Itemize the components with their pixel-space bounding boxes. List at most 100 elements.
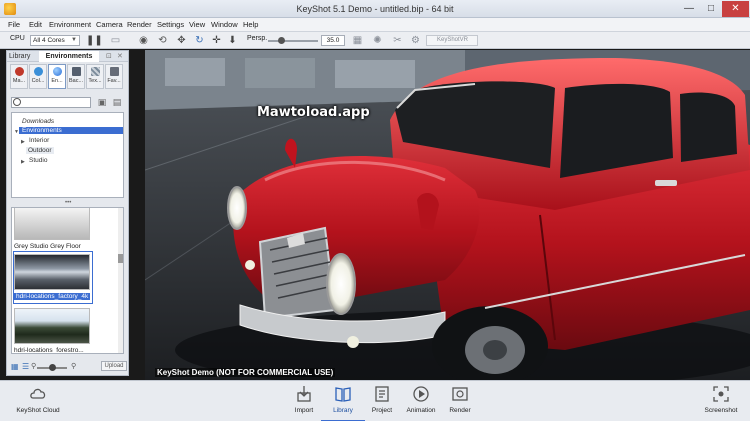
pause-icon[interactable]: ❚❚ <box>86 35 103 46</box>
zoom-in-icon[interactable]: ⚲ <box>71 362 76 370</box>
tab-label: Bac... <box>68 78 84 84</box>
screenshot-label: Screenshot <box>704 407 738 414</box>
tumble-icon[interactable]: ⟲ <box>157 35 168 46</box>
menu-environment[interactable]: Environment <box>49 20 91 29</box>
cpu-cores-select[interactable]: All 4 Cores ▼ <box>30 35 80 46</box>
light-icon[interactable]: ✺ <box>372 35 383 46</box>
menu-file[interactable]: File <box>8 20 20 29</box>
expand-arrow-icon[interactable]: ▶ <box>21 139 25 145</box>
title-bar: KeyShot 5.1 Demo - untitled.bip - 64 bit… <box>0 0 750 18</box>
dolly-icon[interactable]: ⬇ <box>227 35 238 46</box>
environment-thumbnails: Grey Studio Grey Floor hdri-locations_fa… <box>11 207 124 354</box>
zoom-icon[interactable]: ✛ <box>211 35 222 46</box>
upload-button[interactable]: Upload <box>101 361 127 371</box>
render-icon <box>452 387 468 401</box>
crop-icon[interactable]: ✂ <box>392 35 403 46</box>
keyshot-cloud-label: KeyShot Cloud <box>16 407 60 414</box>
cpu-label: CPU <box>10 35 25 42</box>
list-view-icon[interactable]: ☰ <box>22 362 29 371</box>
thumbnail-label: Grey Studio Grey Floor <box>14 243 81 250</box>
menu-settings[interactable]: Settings <box>157 20 184 29</box>
maximize-button[interactable]: □ <box>700 1 722 17</box>
menu-window[interactable]: Window <box>211 20 238 29</box>
menu-camera[interactable]: Camera <box>96 20 123 29</box>
demo-notice: KeyShot Demo (NOT FOR COMMERCIAL USE) <box>155 368 336 377</box>
tree-item-outdoor[interactable]: Outdoor <box>26 147 54 154</box>
tree-item-interior[interactable]: Interior <box>29 137 49 144</box>
zoom-out-icon[interactable]: ⚲ <box>31 362 36 370</box>
environments-tab-header[interactable]: Environments <box>39 51 99 62</box>
keyshot-cloud-button[interactable]: KeyShot Cloud <box>16 381 60 421</box>
backplates-icon <box>72 67 81 76</box>
tab-backplates[interactable]: Bac... <box>67 64 85 89</box>
library-search-input[interactable] <box>11 97 91 108</box>
menu-render[interactable]: Render <box>127 20 152 29</box>
tab-materials[interactable]: Ma... <box>10 64 28 89</box>
scrollbar-thumb[interactable] <box>118 254 123 263</box>
tab-textures[interactable]: Tex... <box>86 64 104 89</box>
menu-help[interactable]: Help <box>243 20 258 29</box>
tree-item-studio[interactable]: Studio <box>29 157 47 164</box>
library-button[interactable]: Library <box>321 381 365 421</box>
search-icon <box>13 98 21 106</box>
render-button[interactable]: Render <box>438 381 482 421</box>
folder-options-icon[interactable]: ▤ <box>111 96 123 108</box>
expand-arrow-icon[interactable]: ▶ <box>21 159 25 165</box>
watermark-text: Mawtoload.app <box>257 105 370 120</box>
perspective-slider[interactable] <box>268 40 318 42</box>
screenshot-icon <box>713 386 729 402</box>
tab-environments[interactable]: En... <box>48 64 66 89</box>
thumbnail-forest[interactable] <box>14 308 90 344</box>
thumbnail-size-handle[interactable] <box>49 364 56 371</box>
tab-favorites[interactable]: Fav... <box>105 64 123 89</box>
pin-icon[interactable]: ⊡ <box>106 52 112 60</box>
tab-label: Fav... <box>107 78 121 84</box>
tree-item-downloads[interactable]: Downloads <box>22 118 54 125</box>
animation-play-icon <box>413 386 429 402</box>
minimize-button[interactable]: — <box>678 1 700 17</box>
keyshotvr-button[interactable]: KeyShotVR <box>426 35 478 46</box>
close-button[interactable]: ✕ <box>722 1 749 17</box>
thumbnail-scrollbar[interactable] <box>118 208 123 353</box>
perspective-slider-handle[interactable] <box>278 37 285 44</box>
pan-icon[interactable]: ✥ <box>176 35 187 46</box>
cpu-cores-value: All 4 Cores <box>33 37 65 44</box>
cloud-icon <box>30 388 46 399</box>
thumbnail-grey-studio[interactable] <box>14 208 90 240</box>
render-label: Render <box>449 407 471 414</box>
bottom-ribbon: KeyShot Cloud Import Library Project Ani… <box>0 380 750 421</box>
settings-icon[interactable]: ⚙ <box>410 35 421 46</box>
perspective-value-field[interactable]: 35.0 <box>321 35 345 46</box>
project-button[interactable]: Project <box>360 381 404 421</box>
tree-item-environments[interactable]: Environments <box>19 127 123 134</box>
toolbar: CPU All 4 Cores ▼ ❚❚ ▭ ◉ ⟲ ✥ ↻ ✛ ⬇ Persp… <box>0 32 750 49</box>
grid-view-icon[interactable]: ▦ <box>11 362 19 371</box>
close-panel-icon[interactable]: ✕ <box>117 52 123 60</box>
render-viewport[interactable]: Mawtoload.app KeyShot Demo (NOT FOR COMM… <box>145 50 750 380</box>
geometry-view-icon[interactable]: ▦ <box>352 35 363 46</box>
menu-edit[interactable]: Edit <box>29 20 42 29</box>
perspective-label: Persp. <box>247 35 268 42</box>
folder-tree: Downloads ▼ Environments ▶ Interior Outd… <box>11 112 124 198</box>
tab-colors[interactable]: Col... <box>29 64 47 89</box>
animation-button[interactable]: Animation <box>399 381 443 421</box>
thumbnail-factory[interactable] <box>14 254 90 290</box>
region-render-icon[interactable]: ▭ <box>110 35 121 46</box>
favorites-icon <box>110 67 119 76</box>
car-render <box>145 50 750 380</box>
textures-icon <box>91 67 100 76</box>
screenshot-button[interactable]: Screenshot <box>699 381 743 421</box>
library-panel: Library Environments ⊡ ✕ Ma... Col... En… <box>6 50 129 376</box>
add-folder-icon[interactable]: ▣ <box>96 96 108 108</box>
environments-icon <box>53 67 62 76</box>
camera-icon[interactable]: ◉ <box>138 35 149 46</box>
library-title: Library <box>9 53 31 60</box>
reset-camera-icon[interactable]: ↻ <box>194 35 205 46</box>
menu-view[interactable]: View <box>189 20 205 29</box>
panel-splitter[interactable]: ••• <box>65 200 71 206</box>
import-icon <box>297 386 311 402</box>
window-title: KeyShot 5.1 Demo - untitled.bip - 64 bit <box>296 4 454 14</box>
menu-bar: File Edit Environment Camera Render Sett… <box>0 18 750 32</box>
chevron-down-icon: ▼ <box>71 37 77 43</box>
import-button[interactable]: Import <box>282 381 326 421</box>
